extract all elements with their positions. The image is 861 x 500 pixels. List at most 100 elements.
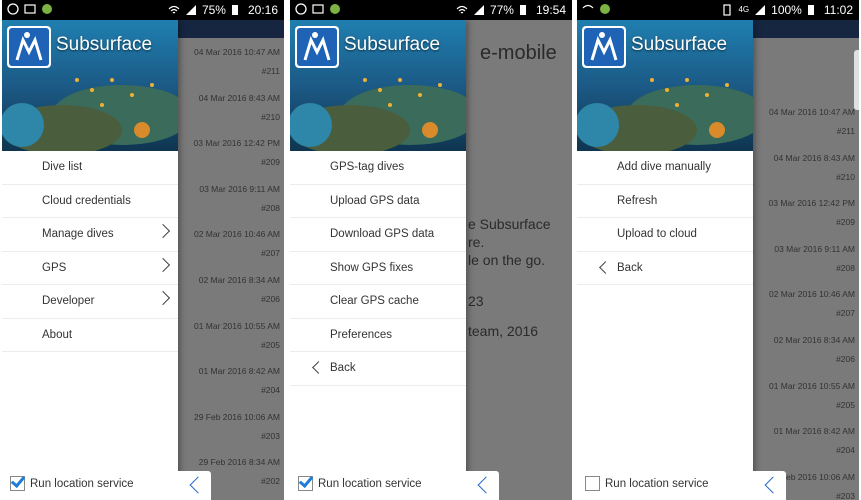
menu-item-about[interactable]: About (2, 319, 178, 352)
menu-item-clear-gps-cache[interactable]: Clear GPS cache (290, 285, 466, 319)
battery-icon (807, 4, 819, 16)
menu-item-label: Back (617, 261, 643, 274)
phone-screen-main-menu: 75% 20:16 04 Mar 2016 10:47 AM#21104 Mar… (2, 0, 284, 500)
android-icon (329, 3, 341, 15)
menu-item-label: About (42, 328, 73, 341)
menu-item-developer[interactable]: Developer (2, 285, 178, 319)
network-type: 4G (738, 5, 750, 14)
android-icon (41, 3, 53, 15)
menu-item-gps[interactable]: GPS (2, 252, 178, 285)
subsurface-logo (582, 26, 626, 68)
back-button[interactable] (753, 471, 786, 500)
chevron-left-icon (599, 260, 612, 274)
location-service-label: Run location service (318, 477, 422, 490)
menu-item-label: Upload GPS data (330, 194, 420, 207)
whatsapp-icon (295, 3, 307, 15)
menu-item-cloud-credentials[interactable]: Cloud credentials (2, 185, 178, 218)
menu-item-download-gps-data[interactable]: Download GPS data (290, 218, 466, 252)
location-service-toggle[interactable]: Run location service (298, 476, 422, 491)
drawer-menu: Dive list Cloud credentials Manage dives… (2, 151, 178, 352)
drawer-header-image: Subsurface (2, 20, 178, 151)
chevron-left-icon (764, 476, 782, 494)
drawer-header-image: Subsurface (577, 20, 753, 151)
clock: 11:02 (823, 3, 853, 17)
menu-item-label: Back (330, 362, 356, 374)
menu-item-upload-to-cloud[interactable]: Upload to cloud (577, 218, 753, 252)
menu-item-label: GPS-tag dives (330, 161, 405, 173)
signal-icon (185, 4, 197, 16)
location-service-toggle[interactable]: Run location service (585, 476, 709, 491)
battery-level: 75% (201, 3, 226, 17)
wifi-icon (168, 4, 180, 16)
wifi-icon (456, 4, 468, 16)
menu-item-label: Add dive manually (617, 161, 711, 173)
chevron-right-icon (155, 290, 171, 306)
chevron-left-icon (477, 476, 495, 494)
chevron-left-icon (312, 361, 325, 374)
phone-screen-gps-menu: 77% 19:54 e-mobile e Subsurface re. le o… (290, 0, 572, 500)
battery-icon (231, 4, 243, 16)
location-service-checkbox[interactable] (585, 476, 600, 491)
navigation-drawer: Subsurface Add dive manually Refresh Upl… (577, 20, 753, 500)
wifi-off-icon (582, 3, 594, 15)
location-service-checkbox[interactable] (298, 476, 313, 491)
menu-item-gps-tag-dives[interactable]: GPS-tag dives (290, 151, 466, 185)
menu-item-refresh[interactable]: Refresh (577, 185, 753, 218)
chevron-right-icon (155, 223, 171, 239)
menu-item-show-gps-fixes[interactable]: Show GPS fixes (290, 252, 466, 285)
navigation-drawer: Subsurface Dive list Cloud credentials M… (2, 20, 178, 500)
drawer-menu: Add dive manually Refresh Upload to clou… (577, 151, 753, 285)
menu-item-label: Preferences (330, 328, 393, 341)
location-service-label: Run location service (30, 477, 134, 490)
menu-item-preferences[interactable]: Preferences (290, 319, 466, 352)
status-bar: 77% 19:54 (290, 0, 572, 20)
menu-item-manage-dives[interactable]: Manage dives (2, 218, 178, 252)
scroll-handle[interactable] (854, 50, 859, 110)
subsurface-logo (7, 26, 51, 68)
app-name: Subsurface (344, 34, 441, 55)
chevron-right-icon (155, 257, 171, 272)
phone-screen-manage-dives-menu: 4G 100% 11:02 04 Mar 2016 10:47 AM#21104… (577, 0, 859, 500)
back-button[interactable] (466, 471, 499, 500)
battery-level: 77% (489, 3, 514, 17)
menu-item-label: Cloud credentials (42, 194, 131, 207)
subsurface-logo (295, 26, 339, 68)
chevron-left-icon (189, 476, 207, 494)
menu-item-label: Clear GPS cache (330, 295, 419, 307)
battery-icon (519, 4, 531, 16)
app-name: Subsurface (56, 34, 153, 55)
back-button[interactable] (178, 471, 211, 500)
menu-item-upload-gps-data[interactable]: Upload GPS data (290, 185, 466, 218)
menu-item-label: GPS (42, 261, 67, 274)
menu-item-add-dive-manually[interactable]: Add dive manually (577, 151, 753, 185)
app-name: Subsurface (631, 34, 728, 55)
battery-level: 100% (771, 3, 802, 17)
menu-item-label: Upload to cloud (617, 228, 697, 240)
menu-item-label: Manage dives (42, 228, 114, 240)
status-bar: 75% 20:16 (2, 0, 284, 20)
image-icon (312, 3, 324, 15)
whatsapp-icon (7, 3, 19, 15)
menu-item-label: Developer (42, 295, 95, 307)
location-service-checkbox[interactable] (10, 476, 25, 491)
status-bar: 4G 100% 11:02 (577, 0, 859, 20)
drawer-menu: GPS-tag dives Upload GPS data Download G… (290, 151, 466, 386)
drawer-header-image: Subsurface (290, 20, 466, 151)
menu-item-label: Download GPS data (330, 228, 435, 240)
navigation-drawer: Subsurface GPS-tag dives Upload GPS data… (290, 20, 466, 500)
menu-item-dive-list[interactable]: Dive list (2, 151, 178, 185)
signal-icon (473, 4, 485, 16)
signal-icon (754, 4, 766, 16)
clock: 20:16 (247, 3, 278, 17)
location-service-toggle[interactable]: Run location service (10, 476, 134, 491)
menu-item-back[interactable]: Back (290, 352, 466, 386)
android-icon (599, 3, 611, 15)
menu-item-label: Refresh (617, 194, 658, 207)
clock: 19:54 (535, 3, 566, 17)
menu-item-label: Dive list (42, 161, 83, 173)
image-icon (24, 3, 36, 15)
vibrate-icon (721, 4, 733, 16)
location-service-label: Run location service (605, 477, 709, 490)
menu-item-back[interactable]: Back (577, 252, 753, 285)
menu-item-label: Show GPS fixes (330, 261, 414, 274)
